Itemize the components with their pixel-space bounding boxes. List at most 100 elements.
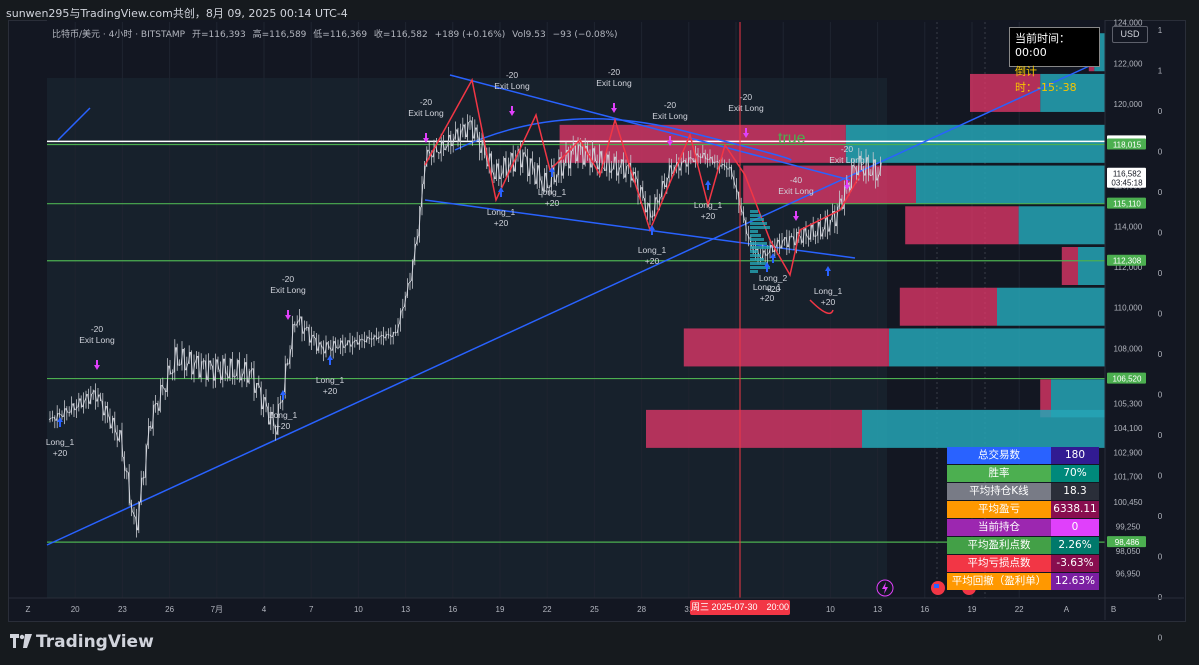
candle-body [286, 363, 289, 365]
timer-panel: 当前时间：00:00 倒计时：-15:-38 [1009, 27, 1100, 94]
exit-signal-pnl: -20 [740, 92, 753, 102]
local-profile-bar [750, 218, 764, 221]
x-tick-label: 26 [165, 605, 174, 614]
us-flag-canton [934, 584, 939, 588]
exit-signal-label: Exit Long [829, 155, 865, 165]
local-profile-bar [750, 262, 767, 265]
symbol-name[interactable]: 比特币/美元 · 4小时 · BITSTAMP [52, 30, 185, 40]
exit-signal-label: Exit Long [79, 335, 115, 345]
price-label-countdown: 03:45:18 [1111, 179, 1143, 188]
price-label: 115,110 [1113, 200, 1141, 209]
x-tick-label: 16 [920, 605, 929, 614]
currency-button[interactable]: USD [1112, 26, 1148, 43]
secondary-scale-label: 1 [1158, 26, 1163, 35]
long-signal-pnl: +20 [760, 293, 775, 303]
stats-row: 平均持仓K线 18.3 [947, 483, 1099, 500]
stats-row: 平均亏损点数 -3.63% [947, 555, 1099, 572]
local-profile-bar [750, 214, 761, 217]
long-signal-label: Long_1 [269, 410, 298, 420]
exit-signal-pnl: -20 [664, 100, 677, 110]
long-signal-pnl: +20 [276, 421, 291, 431]
stats-value: 0 [1051, 519, 1099, 536]
candle-body [361, 338, 363, 341]
secondary-scale-label: 0 [1158, 472, 1163, 481]
secondary-scale-label: 0 [1158, 269, 1163, 278]
local-profile-bar [750, 234, 761, 237]
x-tick-label: 20 [71, 605, 80, 614]
x-tick-label: 10 [826, 605, 835, 614]
stats-key: 总交易数 [947, 447, 1051, 464]
long-signal-label: Long_1 [753, 282, 782, 292]
exit-signal-label: Exit Long [494, 81, 530, 91]
exit-signal-label: Exit Long [596, 78, 632, 88]
legend-close: 收=116,582 [373, 30, 428, 40]
exit-signal-pnl: -20 [608, 67, 621, 77]
x-tick-label: 19 [968, 605, 977, 614]
price-label: 106,520 [1113, 375, 1142, 384]
y-tick-label: 98,050 [1116, 547, 1141, 556]
x-tick-label: 19 [496, 605, 505, 614]
x-tick-label: 28 [637, 605, 646, 614]
y-tick-label: 120,000 [1114, 100, 1143, 109]
long-signal-label: Long_1 [638, 245, 667, 255]
exit-signal-pnl: -20 [282, 274, 295, 284]
secondary-scale-label: 1 [1158, 67, 1163, 76]
stats-value: 70% [1051, 465, 1099, 482]
local-profile-bar [750, 242, 767, 245]
local-profile-bar [750, 254, 761, 257]
volume-profile-sell-bar [905, 206, 1019, 245]
x-tick-label: Z [26, 605, 31, 614]
stats-row: 总交易数 180 [947, 447, 1099, 464]
volume-profile-buy-bar [997, 287, 1105, 326]
x-tick-label: 10 [354, 605, 363, 614]
local-profile-bar [750, 222, 767, 225]
local-profile-bar [750, 230, 758, 233]
y-tick-label: 108,000 [1114, 344, 1143, 353]
secondary-scale-label: 0 [1158, 310, 1163, 319]
stats-key: 平均回撤（盈利单） [947, 573, 1051, 590]
long-signal-label: Long_1 [538, 187, 567, 197]
local-profile-bar [750, 270, 758, 273]
local-profile-bar [750, 238, 764, 241]
secondary-scale-label: 0 [1158, 634, 1163, 643]
stats-row: 平均盈利点数 2.26% [947, 537, 1099, 554]
local-profile-bar [750, 226, 770, 229]
long-signal-label: Long_1 [487, 207, 516, 217]
tradingview-logo-icon [10, 634, 32, 648]
stats-value: -3.63% [1051, 555, 1099, 572]
secondary-scale-label: 0 [1158, 229, 1163, 238]
x-tick-label: 13 [401, 605, 410, 614]
x-tick-label: 7月 [211, 605, 223, 614]
long-signal-label: Long_1 [316, 375, 345, 385]
price-label: 112,308 [1113, 257, 1142, 266]
long-signal-pnl: +20 [545, 198, 560, 208]
stats-value: 2.26% [1051, 537, 1099, 554]
true-label: true [778, 130, 806, 147]
volume-profile-buy-bar [862, 409, 1105, 448]
crosshair-date-badge: 周三 2025-07-30 20:00 [690, 600, 790, 615]
volume-profile-buy-bar [889, 328, 1105, 367]
current-time: 当前时间：00:00 [1015, 32, 1070, 59]
y-tick-label: 104,100 [1114, 424, 1143, 433]
volume-profile-sell-bar [899, 287, 997, 326]
countdown: 倒计时：-15:-38 [1015, 65, 1077, 94]
y-tick-label: 101,700 [1114, 473, 1143, 482]
stats-table: 总交易数 180 胜率 70% 平均持仓K线 18.3 平均盈亏 6338.11 当前持仓 0 平均… [947, 447, 1099, 591]
exit-signal-pnl: -20 [420, 97, 433, 107]
legend-open: 开=116,393 [192, 30, 246, 40]
candle-body [387, 333, 390, 336]
stats-key: 平均盈利点数 [947, 537, 1051, 554]
x-tick-label: 13 [873, 605, 882, 614]
stats-key: 平均亏损点数 [947, 555, 1051, 572]
volume-profile-sell-bar [646, 409, 862, 448]
stats-row: 胜率 70% [947, 465, 1099, 482]
local-profile-bar [750, 210, 758, 213]
stats-value: 180 [1051, 447, 1099, 464]
tradingview-brand[interactable]: TradingView [10, 632, 154, 652]
y-tick-label: 110,000 [1114, 304, 1143, 313]
stats-key: 平均持仓K线 [947, 483, 1051, 500]
exit-signal-pnl: -40 [790, 175, 803, 185]
local-profile-bar [750, 250, 758, 253]
y-tick-label: 102,900 [1114, 448, 1143, 457]
exit-signal-label: Exit Long [778, 186, 814, 196]
